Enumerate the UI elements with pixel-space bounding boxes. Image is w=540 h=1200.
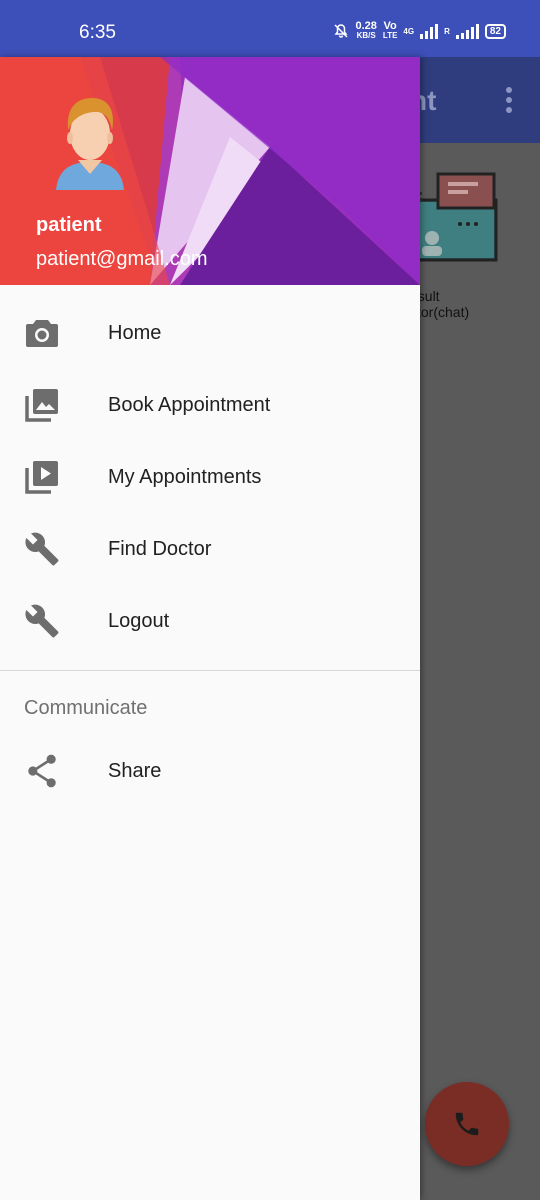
menu-item-home[interactable]: Home [0,297,420,369]
menu-item-find-doctor[interactable]: Find Doctor [0,513,420,585]
menu-label: Logout [108,609,170,632]
menu-label: Find Doctor [108,537,212,560]
roaming-indicator: R [444,26,450,36]
signal-icon-2 [455,23,479,39]
navigation-drawer: patient patient@gmail.com Home Book Appo… [0,57,420,1200]
user-email: patient@gmail.com [36,248,208,270]
network-type: 4G [403,26,415,36]
menu-item-share[interactable]: Share [0,735,420,807]
net-speed: 0.28 KB/S [355,20,377,41]
call-fab[interactable] [425,1082,509,1166]
share-icon [24,753,60,789]
drawer-menu: Home Book Appointment My Appointments Fi… [0,285,420,657]
menu-label: Share [108,759,162,782]
video-library-icon [24,459,60,495]
overflow-menu-icon[interactable] [506,87,512,113]
menu-item-my-appointments[interactable]: My Appointments [0,441,420,513]
drawer-header: patient patient@gmail.com [0,57,420,285]
menu-item-book-appointment[interactable]: Book Appointment [0,369,420,441]
menu-label: Home [108,321,162,344]
battery-icon: 82 [484,23,506,39]
chat-consult-icon[interactable] [408,168,498,264]
volte-indicator: Vo LTE [382,20,398,41]
user-avatar[interactable] [52,94,128,190]
consult-doctor-label: nsult ctor(chat) [410,288,470,320]
photo-library-icon [24,387,60,423]
status-bar: 6:35 0.28 KB/S Vo LTE 4G R 82 [0,0,540,57]
wrench-icon [24,531,60,567]
status-time: 6:35 [79,22,116,43]
status-icons: 0.28 KB/S Vo LTE 4G R 82 [333,20,506,41]
phone-icon [455,1112,479,1136]
menu-label: My Appointments [108,465,262,488]
mute-bell-icon [334,24,349,38]
user-name: patient [36,214,102,236]
section-title-communicate: Communicate [24,696,148,719]
communicate-menu: Share [0,735,420,807]
menu-label: Book Appointment [108,393,271,416]
camera-icon [24,315,60,351]
menu-item-logout[interactable]: Logout [0,585,420,657]
wrench-icon [24,603,60,639]
signal-icon [420,23,439,39]
